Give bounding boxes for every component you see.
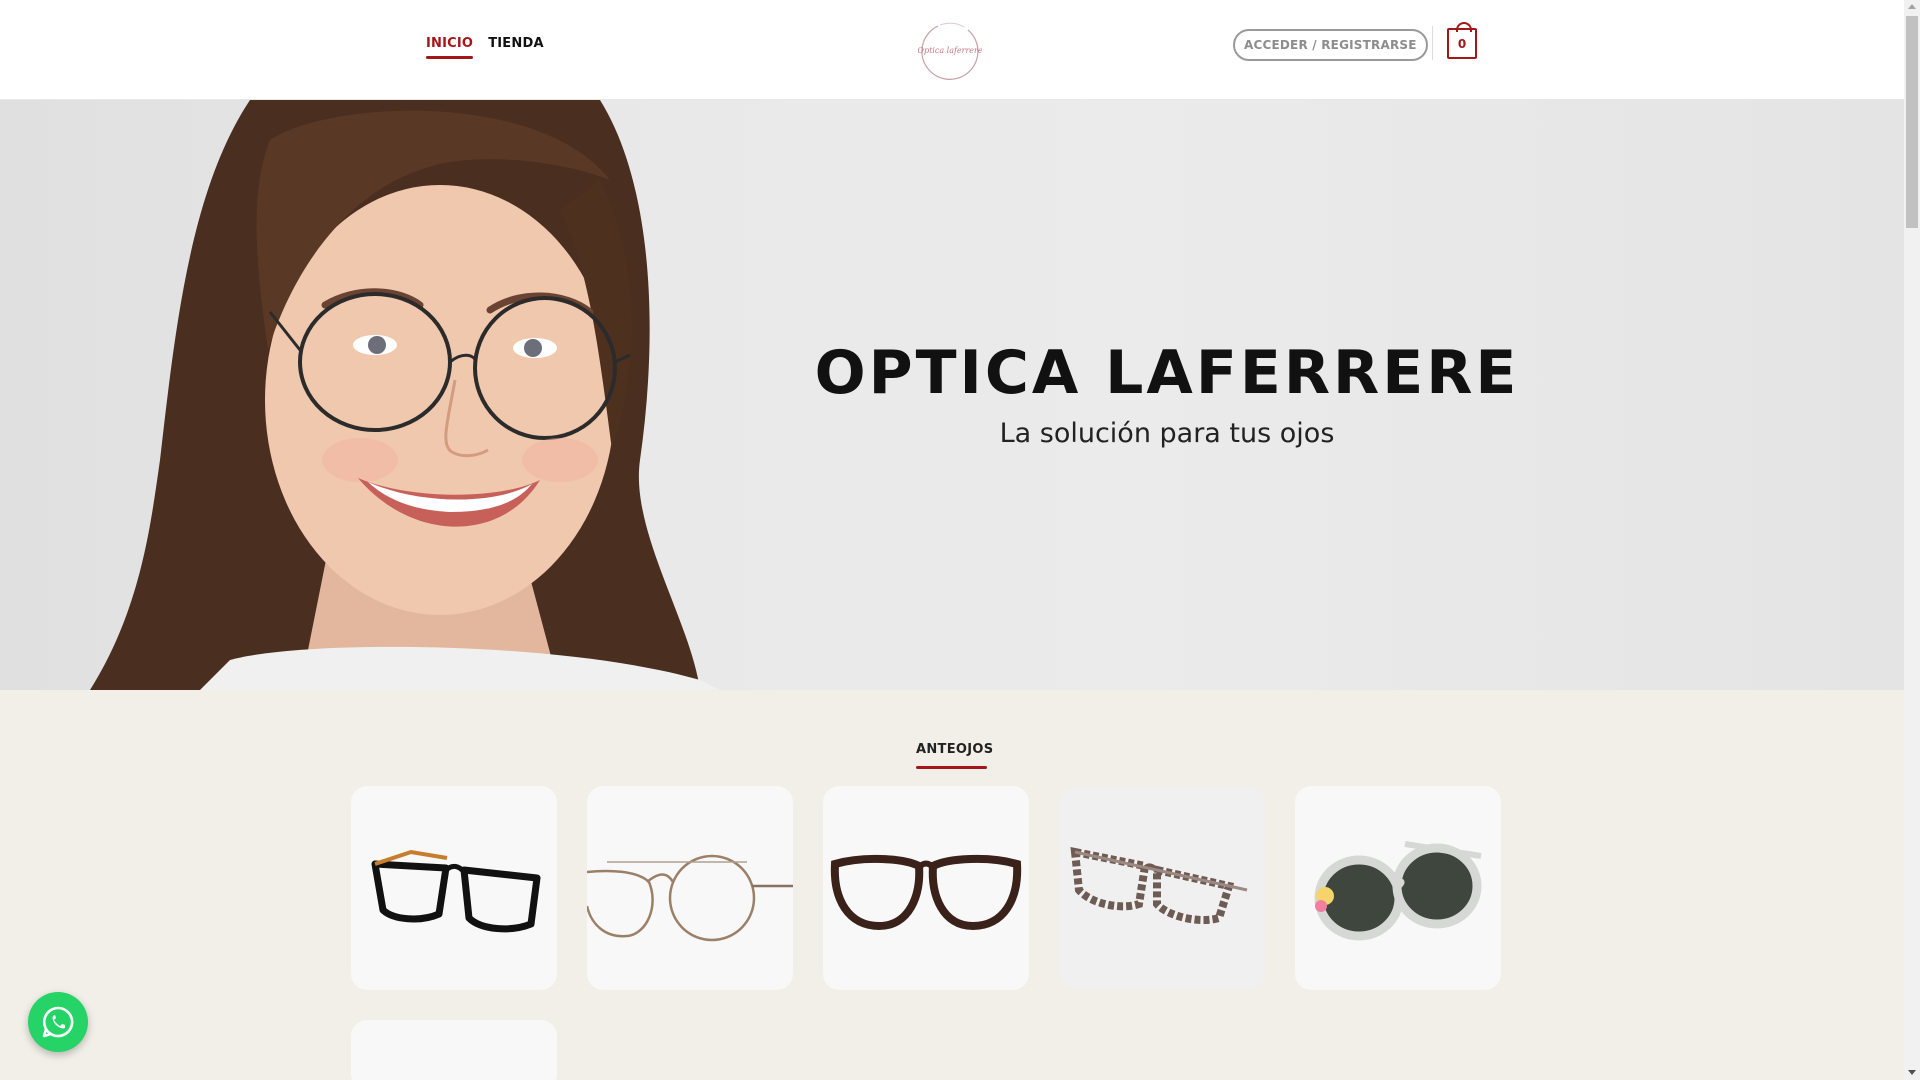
product-card[interactable] (351, 786, 557, 990)
header-divider (1432, 26, 1433, 60)
page-scrollbar[interactable] (1904, 0, 1920, 1080)
product-card[interactable] (1059, 786, 1265, 990)
product-card[interactable] (351, 1020, 557, 1080)
login-register-button[interactable]: ACCEDER / REGISTRARSE (1233, 29, 1428, 61)
tortoise-round-glasses-icon (830, 854, 1022, 931)
logo-icon: Optica laferrere (917, 22, 983, 80)
logo-lettering: Optica laferrere (918, 46, 982, 55)
product-card[interactable] (823, 786, 1029, 990)
whatsapp-button[interactable] (28, 992, 88, 1052)
site-logo[interactable]: Optica laferrere (917, 20, 983, 80)
hero-title: OPTICA LAFERRERE (814, 338, 1520, 408)
hero-woman-photo (90, 100, 720, 690)
hero-subtitle: La solución para tus ojos (999, 418, 1335, 449)
cart-count: 0 (1457, 36, 1467, 51)
scrollbar-thumb[interactable] (1906, 16, 1918, 228)
main-nav: INICIO TIENDA (426, 36, 544, 59)
product-card[interactable] (587, 786, 793, 990)
products-section: ANTEOJOS (0, 690, 1904, 1080)
nav-tienda[interactable]: TIENDA (488, 36, 544, 59)
cart-button[interactable]: 0 (1447, 22, 1477, 59)
section-tab-underline (916, 766, 987, 769)
tortoise-cateye-glasses-icon (1070, 847, 1248, 925)
kids-sunglasses-icon (1314, 841, 1482, 941)
section-tab-anteojos[interactable]: ANTEOJOS (916, 742, 993, 757)
scroll-down-arrow-icon[interactable] (1908, 1070, 1916, 1075)
whatsapp-icon (42, 1006, 74, 1038)
site-header: INICIO TIENDA Optica laferrere ACCEDER /… (0, 0, 1904, 100)
black-rectangular-glasses-icon (371, 849, 541, 933)
hero-banner: OPTICA LAFERRERE La solución para tus oj… (0, 100, 1904, 690)
gold-round-wire-glasses-icon (587, 854, 793, 942)
product-card[interactable] (1295, 786, 1501, 990)
nav-inicio[interactable]: INICIO (426, 36, 474, 59)
scroll-up-arrow-icon[interactable] (1908, 4, 1916, 9)
